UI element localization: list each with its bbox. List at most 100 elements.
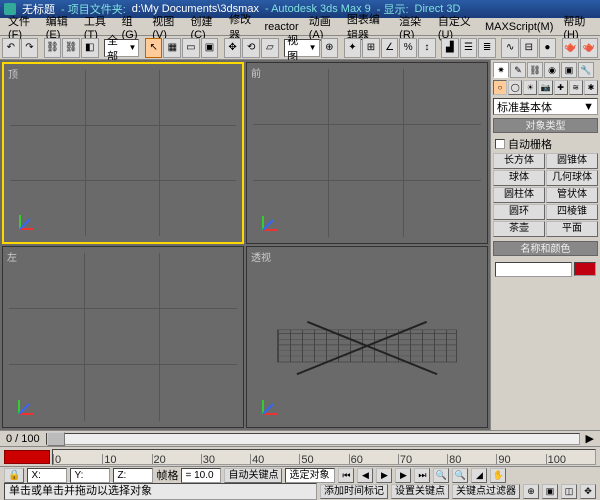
next-frame-button[interactable]: ▶ [395, 468, 411, 483]
keyfilter-button[interactable]: 关键点过滤器 [452, 484, 520, 499]
viewport-top[interactable]: 顶 [2, 62, 244, 244]
viewport-area: 顶 前 左 [0, 60, 490, 430]
bind-button[interactable]: ◧ [81, 38, 99, 58]
material-button[interactable]: ● [539, 38, 557, 58]
play-button[interactable]: ▶ [376, 468, 392, 483]
primitives-combo[interactable]: 标准基本体▼ [493, 98, 598, 115]
autogrid-label: 自动栅格 [508, 136, 552, 152]
torus-button[interactable]: 圆环 [493, 204, 545, 220]
tube-button[interactable]: 管状体 [546, 187, 598, 203]
axis-gizmo [263, 391, 287, 415]
keymode-combo[interactable]: 选定对象 [285, 468, 335, 483]
prev-frame-button[interactable]: ◀ [357, 468, 373, 483]
time-ruler[interactable]: 0 10 20 30 40 50 60 70 80 90 100 [52, 449, 596, 465]
unlink-button[interactable]: ⛓ [62, 38, 80, 58]
object-name-field[interactable] [495, 262, 572, 277]
select-region-button[interactable]: ▭ [182, 38, 200, 58]
grid-field: = 10.0 [181, 468, 221, 483]
shapes-subtab[interactable]: ◯ [508, 80, 522, 95]
curve-editor-button[interactable]: ∿ [501, 38, 519, 58]
display-tab[interactable]: ▣ [561, 62, 577, 78]
space-warps-subtab[interactable]: ≋ [569, 80, 583, 95]
rollout-object-type[interactable]: 对象类型 [493, 118, 598, 133]
zoom-button[interactable]: 🔍 [433, 468, 449, 483]
ref-coord-combo[interactable]: 视图▼ [284, 39, 319, 57]
add-time-tag-button[interactable]: 添加时间标记 [320, 484, 388, 499]
helpers-subtab[interactable]: ✚ [554, 80, 568, 95]
align-button[interactable]: ☰ [460, 38, 478, 58]
quick-render-button[interactable]: 🫖 [580, 38, 598, 58]
box-button[interactable]: 长方体 [493, 153, 545, 169]
percent-snap-button[interactable]: % [399, 38, 417, 58]
maximize-viewport-button[interactable]: ▣ [542, 484, 558, 499]
axis-gizmo [19, 391, 43, 415]
geosphere-button[interactable]: 几何球体 [546, 170, 598, 186]
cone-button[interactable]: 圆锥体 [546, 153, 598, 169]
utilities-tab[interactable]: 🔧 [578, 62, 594, 78]
min-max-button[interactable]: ◫ [561, 484, 577, 499]
redo-button[interactable]: ↷ [21, 38, 39, 58]
create-tab[interactable]: ✷ [493, 62, 509, 78]
rollout-name-color[interactable]: 名称和颜色 [493, 241, 598, 256]
layers-button[interactable]: ≣ [478, 38, 496, 58]
scroll-right-icon[interactable]: ▶ [586, 432, 594, 445]
prompt-line: 单击或单击并拖动以选择对象 [4, 483, 317, 500]
menu-maxscript[interactable]: MAXScript(M) [481, 20, 557, 34]
move-button[interactable]: ✥ [224, 38, 242, 58]
scale-button[interactable]: ▱ [261, 38, 279, 58]
spinner-snap-button[interactable]: ↕ [418, 38, 436, 58]
main-toolbar: ↶ ↷ ⛓ ⛓ ◧ 全部▼ ↖ ▦ ▭ ▣ ✥ ⟲ ▱ 视图▼ ⊕ ✦ ⊞ ∠ … [0, 36, 600, 60]
lock-button[interactable]: 🔒 [4, 468, 24, 483]
goto-start-button[interactable]: ⏮ [338, 468, 354, 483]
pyramid-button[interactable]: 四棱锥 [546, 204, 598, 220]
status-bar: 🔒 X: Y: Z: 帧格 = 10.0 自动关键点 选定对象 ⏮ ◀ ▶ ▶ … [0, 466, 600, 500]
rotate-button[interactable]: ⟲ [242, 38, 260, 58]
sphere-button[interactable]: 球体 [493, 170, 545, 186]
viewport-left[interactable]: 左 [2, 246, 244, 428]
time-thumb[interactable] [47, 432, 65, 446]
viewport-front[interactable]: 前 [246, 62, 488, 244]
mirror-button[interactable]: ▟ [441, 38, 459, 58]
select-name-button[interactable]: ▦ [163, 38, 181, 58]
snap-button[interactable]: ⊞ [362, 38, 380, 58]
modify-tab[interactable]: ✎ [510, 62, 526, 78]
motion-tab[interactable]: ◉ [544, 62, 560, 78]
track-bar-row: 0 10 20 30 40 50 60 70 80 90 100 [0, 446, 600, 466]
z-field[interactable]: Z: [113, 468, 153, 483]
window-crossing-button[interactable]: ▣ [201, 38, 219, 58]
zoom-all-button[interactable]: 🔍 [452, 468, 468, 483]
cameras-subtab[interactable]: 📷 [538, 80, 552, 95]
select-button[interactable]: ↖ [145, 38, 163, 58]
angle-snap-button[interactable]: ∠ [381, 38, 399, 58]
systems-subtab[interactable]: ✱ [584, 80, 598, 95]
selection-filter-combo[interactable]: 全部▼ [104, 39, 139, 57]
track-bar-toggle[interactable] [4, 450, 50, 464]
autokey-button[interactable]: 自动关键点 [224, 468, 282, 483]
pivot-button[interactable]: ⊕ [321, 38, 339, 58]
x-field[interactable]: X: [27, 468, 67, 483]
manip-button[interactable]: ✦ [344, 38, 362, 58]
fov-button[interactable]: ◢ [471, 468, 487, 483]
pan-button[interactable]: ✋ [490, 468, 506, 483]
time-slider[interactable] [46, 433, 580, 445]
dolly-button[interactable]: ✥ [580, 484, 596, 499]
plane-button[interactable]: 平面 [546, 221, 598, 237]
arc-rotate-button[interactable]: ⊕ [523, 484, 539, 499]
viewport-perspective[interactable]: 透视 [246, 246, 488, 428]
cylinder-button[interactable]: 圆柱体 [493, 187, 545, 203]
hierarchy-tab[interactable]: ⛓ [527, 62, 543, 78]
command-panel: ✷ ✎ ⛓ ◉ ▣ 🔧 ○ ◯ ☀ 📷 ✚ ≋ ✱ 标准基本体▼ 对象类型 自动… [490, 60, 600, 430]
link-button[interactable]: ⛓ [44, 38, 62, 58]
goto-end-button[interactable]: ⏭ [414, 468, 430, 483]
teapot-button[interactable]: 茶壶 [493, 221, 545, 237]
lights-subtab[interactable]: ☀ [523, 80, 537, 95]
schematic-button[interactable]: ⊟ [520, 38, 538, 58]
y-field[interactable]: Y: [70, 468, 110, 483]
geometry-subtab[interactable]: ○ [493, 80, 507, 95]
autogrid-checkbox[interactable] [495, 139, 505, 149]
render-scene-button[interactable]: 🫖 [562, 38, 580, 58]
setkey-button[interactable]: 设置关键点 [391, 484, 449, 499]
color-swatch[interactable] [574, 262, 596, 276]
undo-button[interactable]: ↶ [2, 38, 20, 58]
time-readout: 0 / 100 [6, 433, 40, 445]
